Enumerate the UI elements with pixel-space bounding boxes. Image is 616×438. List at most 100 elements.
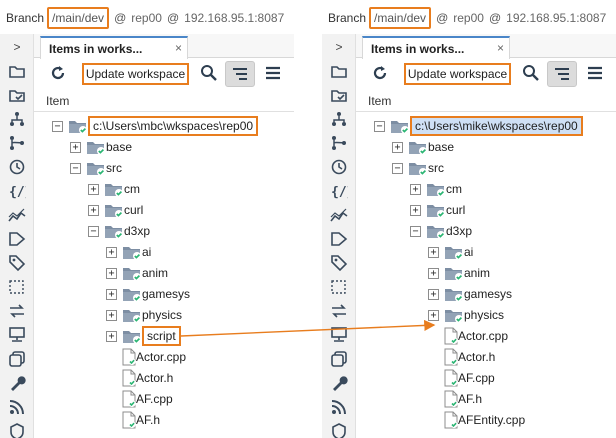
tree-folder-item[interactable]: − c:\Users\mbc\wkspaces\rep00 <box>52 116 259 136</box>
server-address[interactable]: 192.168.95.1:8087 <box>506 11 606 25</box>
sidebar-item-chart[interactable] <box>330 206 348 224</box>
sidebar-item-label[interactable] <box>8 230 26 248</box>
tree-file-item[interactable]: AFEntity.cpp <box>428 410 525 430</box>
expand-toggle-icon[interactable]: + <box>428 267 439 279</box>
column-header-item[interactable]: Item <box>34 90 294 112</box>
expand-toggle-icon[interactable]: + <box>428 288 439 300</box>
update-workspace-button[interactable]: Update workspace <box>82 63 189 85</box>
collapse-toggle-icon[interactable]: − <box>410 225 421 237</box>
tree-folder-item[interactable]: + physics <box>428 305 504 325</box>
sidebar-item-wrench[interactable] <box>330 374 348 392</box>
close-icon[interactable]: × <box>497 41 504 55</box>
tree-file-item[interactable]: Actor.h <box>106 368 173 388</box>
tree-folder-item[interactable]: + base <box>70 137 132 157</box>
collapse-toggle-icon[interactable]: − <box>52 120 63 132</box>
expand-toggle-icon[interactable]: + <box>410 204 421 216</box>
expand-toggle-icon[interactable]: + <box>392 141 403 153</box>
tree-folder-item[interactable]: − src <box>392 158 444 178</box>
collapse-toggle-icon[interactable]: − <box>88 225 99 237</box>
sidebar-item-branch[interactable] <box>8 134 26 152</box>
menu-button[interactable] <box>586 63 604 85</box>
tree-file-item[interactable]: Actor.cpp <box>428 326 508 346</box>
sidebar-item-hierarchy[interactable] <box>8 110 26 128</box>
expand-toggle-icon[interactable]: + <box>106 288 117 300</box>
sidebar-item-sync[interactable] <box>8 302 26 320</box>
tree-file-item[interactable]: AF.cpp <box>428 368 495 388</box>
collapse-arrow-icon[interactable]: > <box>330 38 348 56</box>
tab-items-in-workspace[interactable]: Items in works... × <box>362 36 510 59</box>
sidebar-item-copy[interactable] <box>330 350 348 368</box>
expand-toggle-icon[interactable]: + <box>428 309 439 321</box>
sidebar-item-folder[interactable] <box>330 62 348 80</box>
tree-folder-item[interactable]: + physics <box>106 305 182 325</box>
expand-toggle-icon[interactable]: + <box>88 183 99 195</box>
sidebar-item-shelve[interactable] <box>8 278 26 296</box>
tree-folder-item[interactable]: + gamesys <box>428 284 512 304</box>
expand-toggle-icon[interactable]: + <box>410 183 421 195</box>
tree-folder-item[interactable]: − d3xp <box>410 221 472 241</box>
tree-file-item[interactable]: Actor.cpp <box>106 347 186 367</box>
sidebar-item-folder-check[interactable] <box>330 86 348 104</box>
sidebar-item-tag[interactable] <box>8 254 26 272</box>
tree-view-toggle[interactable] <box>547 61 577 87</box>
sidebar-item-code[interactable]: {/} <box>8 182 32 200</box>
sidebar-item-tag[interactable] <box>330 254 348 272</box>
sidebar-item-monitor[interactable] <box>330 326 348 344</box>
tab-items-in-workspace[interactable]: Items in works... × <box>40 36 188 59</box>
expand-toggle-icon[interactable]: + <box>106 330 117 342</box>
tree-file-item[interactable]: AF.h <box>106 410 160 430</box>
sidebar-item-history[interactable] <box>330 158 348 176</box>
expand-toggle-icon[interactable]: + <box>88 204 99 216</box>
sidebar-item-label[interactable] <box>330 230 348 248</box>
branch-name[interactable]: /main/dev <box>47 7 110 29</box>
tree-folder-item[interactable]: + ai <box>106 242 151 262</box>
sidebar-item-code[interactable]: {/} <box>330 182 354 200</box>
sidebar-item-folder[interactable] <box>8 62 26 80</box>
sidebar-item-copy[interactable] <box>8 350 26 368</box>
tree-folder-item[interactable]: + script <box>106 326 181 346</box>
repository-name[interactable]: rep00 <box>453 11 484 25</box>
tree-folder-item[interactable]: + ai <box>428 242 473 262</box>
tree-folder-item[interactable]: + anim <box>428 263 490 283</box>
sidebar-item-shelve[interactable] <box>330 278 348 296</box>
sidebar-item-rss[interactable] <box>8 398 26 416</box>
tree-folder-item[interactable]: − d3xp <box>88 221 150 241</box>
tree-folder-item[interactable]: + base <box>392 137 454 157</box>
sidebar-item-monitor[interactable] <box>8 326 26 344</box>
close-icon[interactable]: × <box>175 41 182 55</box>
tree-folder-item[interactable]: + anim <box>106 263 168 283</box>
collapse-toggle-icon[interactable]: − <box>374 120 385 132</box>
tree-folder-item[interactable]: − c:\Users\mike\wkspaces\rep00 <box>374 116 583 136</box>
expand-toggle-icon[interactable]: + <box>106 246 117 258</box>
tree-folder-item[interactable]: + cm <box>410 179 462 199</box>
search-button[interactable] <box>200 63 218 85</box>
collapse-toggle-icon[interactable]: − <box>70 162 81 174</box>
tree-folder-item[interactable]: + curl <box>410 200 465 220</box>
tree-file-item[interactable]: Actor.h <box>428 347 495 367</box>
expand-toggle-icon[interactable]: + <box>428 246 439 258</box>
expand-toggle-icon[interactable]: + <box>106 309 117 321</box>
sidebar-item-folder-check[interactable] <box>8 86 26 104</box>
tree-folder-item[interactable]: + cm <box>88 179 140 199</box>
sidebar-item-shield[interactable] <box>8 422 26 438</box>
sidebar-item-wrench[interactable] <box>8 374 26 392</box>
expand-toggle-icon[interactable]: + <box>106 267 117 279</box>
sidebar-item-branch[interactable] <box>330 134 348 152</box>
update-workspace-button[interactable]: Update workspace <box>404 63 511 85</box>
tree-file-item[interactable]: AF.cpp <box>106 389 173 409</box>
expand-toggle-icon[interactable]: + <box>70 141 81 153</box>
tree-folder-item[interactable]: − src <box>70 158 122 178</box>
tree-folder-item[interactable]: + curl <box>88 200 143 220</box>
collapse-arrow-icon[interactable]: > <box>8 38 26 56</box>
menu-button[interactable] <box>264 63 282 85</box>
tree-file-item[interactable]: AF.h <box>428 389 482 409</box>
refresh-button[interactable] <box>370 63 390 85</box>
sidebar-item-sync[interactable] <box>330 302 348 320</box>
tree-folder-item[interactable]: + gamesys <box>106 284 190 304</box>
column-header-item[interactable]: Item <box>356 90 616 112</box>
server-address[interactable]: 192.168.95.1:8087 <box>184 11 284 25</box>
sidebar-item-history[interactable] <box>8 158 26 176</box>
sidebar-item-chart[interactable] <box>8 206 26 224</box>
branch-name[interactable]: /main/dev <box>369 7 432 29</box>
sidebar-item-hierarchy[interactable] <box>330 110 348 128</box>
